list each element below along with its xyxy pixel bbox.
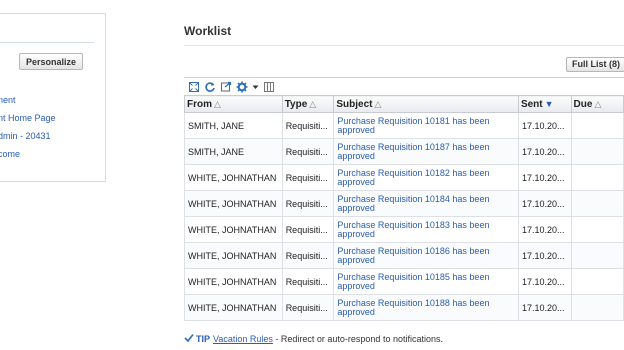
sent-cell: 17.10.20... xyxy=(517,294,572,321)
subject-link[interactable]: Purchase Requisition 10181 has been appr… xyxy=(333,112,519,139)
type-cell: Requisiti... xyxy=(281,242,335,269)
sort-ascending-icon: △ xyxy=(309,98,317,109)
type-cell: Requisiti... xyxy=(281,138,335,165)
subject-link[interactable]: Purchase Requisition 10186 has been appr… xyxy=(333,242,519,269)
table-row[interactable]: SMITH, JANE Requisiti... Purchase Requisit… xyxy=(184,112,624,139)
table-row[interactable]: WHITE, JOHNATHAN Requisiti... Purchase Req… xyxy=(184,216,624,243)
due-cell xyxy=(570,190,624,217)
columns-icon[interactable] xyxy=(263,81,275,93)
sent-cell: 17.10.20... xyxy=(517,138,572,165)
sort-ascending-icon: △ xyxy=(214,98,221,109)
due-cell xyxy=(570,112,624,139)
left-panel-divider xyxy=(0,42,94,43)
from-cell: WHITE, JOHNATHAN xyxy=(184,294,283,321)
column-header-sent[interactable]: Sent ▼ xyxy=(517,95,572,113)
left-link-3[interactable]: dmin - 20431 xyxy=(0,131,56,149)
from-cell: SMITH, JANE xyxy=(184,138,283,165)
table-row[interactable]: WHITE, JOHNATHAN Requisiti... Purchase Req… xyxy=(184,190,624,217)
due-cell xyxy=(570,216,624,243)
column-header-label: Subject xyxy=(336,98,373,110)
left-link-4[interactable]: come xyxy=(0,149,56,167)
type-cell: Requisiti... xyxy=(281,112,335,139)
column-header-subject[interactable]: Subject △ xyxy=(333,95,519,113)
sent-cell: 17.10.20... xyxy=(517,242,572,269)
worklist-title: Worklist xyxy=(184,24,232,38)
worklist-rows: SMITH, JANE Requisiti... Purchase Requisit… xyxy=(184,112,624,321)
table-row[interactable]: SMITH, JANE Requisiti... Purchase Requisit… xyxy=(184,138,624,165)
sent-cell: 17.10.20... xyxy=(517,216,572,243)
title-divider xyxy=(184,45,624,46)
vacation-rules-link[interactable]: Vacation Rules xyxy=(213,334,273,344)
sent-cell: 17.10.20... xyxy=(517,112,572,139)
sort-ascending-icon: △ xyxy=(594,98,602,109)
sent-cell: 17.10.20... xyxy=(517,268,572,295)
checkmark-icon xyxy=(184,333,194,345)
sort-ascending-icon: △ xyxy=(374,98,382,109)
subject-link[interactable]: Purchase Requisition 10188 has been appr… xyxy=(333,294,519,321)
full-list-button[interactable]: Full List (8) xyxy=(566,57,624,72)
column-header-label: From xyxy=(187,98,212,110)
gear-icon[interactable] xyxy=(236,81,248,93)
left-link-1[interactable]: nent xyxy=(0,95,56,113)
due-cell xyxy=(570,268,624,295)
table-row[interactable]: WHITE, JOHNATHAN Requisiti... Purchase Req… xyxy=(184,242,624,269)
subject-link[interactable]: Purchase Requisition 10187 has been appr… xyxy=(333,138,519,165)
type-cell: Requisiti... xyxy=(281,216,335,243)
column-header-label: Type xyxy=(284,98,308,110)
left-links: nent nt Home Page dmin - 20431 come xyxy=(0,95,56,167)
from-cell: WHITE, JOHNATHAN xyxy=(184,164,283,191)
chevron-down-icon[interactable] xyxy=(252,81,259,93)
expand-icon[interactable] xyxy=(188,81,200,93)
column-header-label: Sent xyxy=(520,98,543,110)
from-cell: WHITE, JOHNATHAN xyxy=(184,216,283,243)
from-cell: WHITE, JOHNATHAN xyxy=(184,268,283,295)
worklist-table: From △ Type △ Subject △ Sent ▼ Due △ SMITH, J… xyxy=(184,95,624,321)
due-cell xyxy=(570,242,624,269)
personalize-button[interactable]: Personalize xyxy=(19,53,83,70)
table-row[interactable]: WHITE, JOHNATHAN Requisiti... Purchase Req… xyxy=(184,268,624,295)
column-header-due[interactable]: Due △ xyxy=(570,95,624,113)
type-cell: Requisiti... xyxy=(281,190,335,217)
column-header-label: Due xyxy=(573,98,593,110)
subject-link[interactable]: Purchase Requisition 10184 has been appr… xyxy=(333,190,519,217)
due-cell xyxy=(570,164,624,191)
subject-link[interactable]: Purchase Requisition 10182 has been appr… xyxy=(333,164,519,191)
type-cell: Requisiti... xyxy=(281,294,335,321)
due-cell xyxy=(570,138,624,165)
worklist-toolbar xyxy=(188,80,275,94)
due-cell xyxy=(570,294,624,321)
sent-cell: 17.10.20... xyxy=(517,190,572,217)
left-link-2[interactable]: nt Home Page xyxy=(0,113,56,131)
column-header-from[interactable]: From △ xyxy=(184,95,283,113)
subject-link[interactable]: Purchase Requisition 10183 has been appr… xyxy=(333,216,519,243)
subject-link[interactable]: Purchase Requisition 10185 has been appr… xyxy=(333,268,519,295)
refresh-icon[interactable] xyxy=(204,81,216,93)
table-row[interactable]: WHITE, JOHNATHAN Requisiti... Purchase Req… xyxy=(184,164,624,191)
tip-label: TIP xyxy=(196,334,211,344)
column-header-type[interactable]: Type △ xyxy=(281,95,335,113)
from-cell: SMITH, JANE xyxy=(184,112,283,139)
from-cell: WHITE, JOHNATHAN xyxy=(184,242,283,269)
tip-bar: TIP Vacation Rules - Redirect or auto-re… xyxy=(184,333,443,345)
type-cell: Requisiti... xyxy=(281,268,335,295)
from-cell: WHITE, JOHNATHAN xyxy=(184,190,283,217)
table-header-row: From △ Type △ Subject △ Sent ▼ Due △ xyxy=(184,95,624,113)
type-cell: Requisiti... xyxy=(281,164,335,191)
sort-descending-icon: ▼ xyxy=(544,98,554,109)
sent-cell: 17.10.20... xyxy=(517,164,572,191)
export-icon[interactable] xyxy=(220,81,232,93)
tip-text: - Redirect or auto-respond to notificati… xyxy=(272,334,443,344)
left-panel: Personalize nent nt Home Page dmin - 204… xyxy=(0,13,106,182)
table-row[interactable]: WHITE, JOHNATHAN Requisiti... Purchase Req… xyxy=(184,294,624,321)
